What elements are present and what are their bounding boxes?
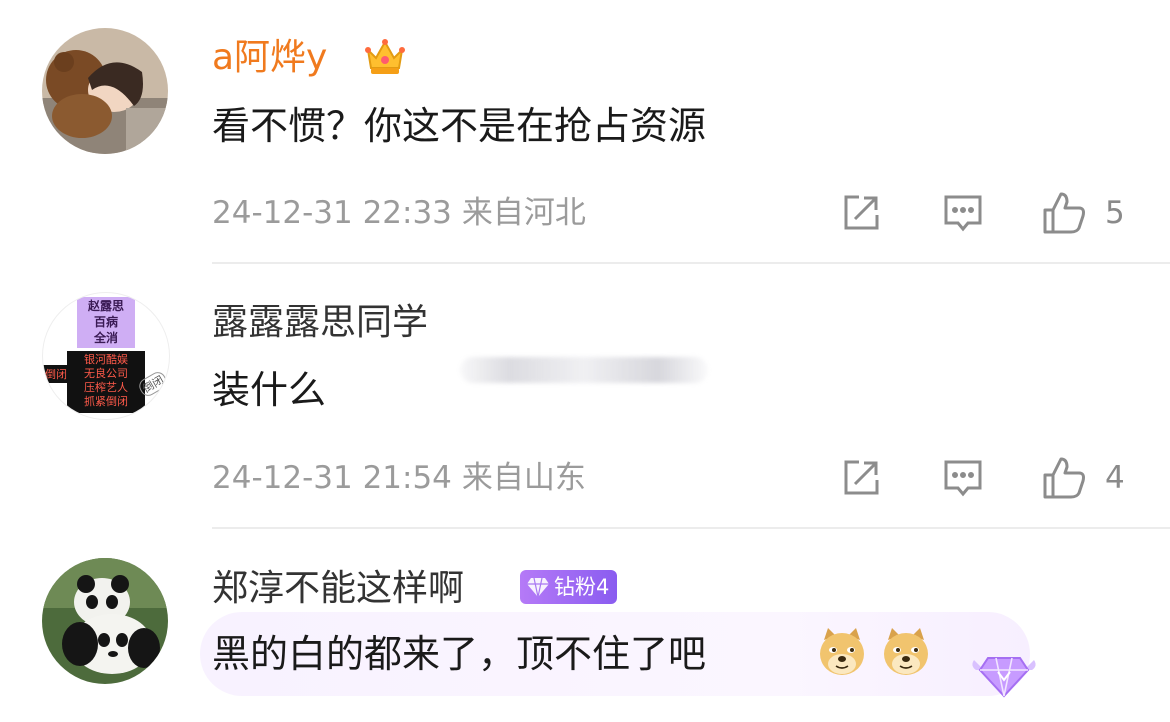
diamond-icon	[968, 640, 1040, 704]
share-icon[interactable]	[839, 191, 883, 235]
sign-line: 无良公司	[84, 367, 128, 380]
avatar[interactable]	[42, 28, 168, 154]
location: 来自山东	[461, 460, 586, 496]
fan-badge: 钻粉4	[520, 570, 618, 604]
sign-line: 全消	[93, 331, 118, 345]
username[interactable]: a阿烨y	[212, 36, 327, 80]
sign-line: 银河酷娱	[84, 353, 128, 366]
avatar[interactable]	[42, 558, 168, 684]
timestamp: 24-12-31 22:33	[212, 195, 452, 231]
avatar[interactable]: 赵露思 百病 全消 银河酷娱 无良公司 压榨艺人 抓紧倒闭 倒闭 倒闭	[42, 292, 170, 420]
sign-line: 压榨艺人	[84, 381, 128, 394]
like-icon[interactable]	[1041, 190, 1085, 234]
diamond-icon	[527, 577, 549, 598]
share-icon[interactable]	[839, 456, 883, 500]
divider	[212, 527, 1170, 529]
like-count: 5	[1105, 195, 1125, 231]
reply-icon[interactable]	[941, 456, 985, 500]
crown-icon	[362, 34, 408, 80]
username[interactable]: 露露露思同学	[212, 301, 428, 345]
comment-meta: 24-12-31 22:33 来自河北	[212, 193, 586, 233]
like-count: 4	[1105, 460, 1125, 496]
doge-emoji	[880, 626, 932, 678]
sign-line: 百病	[93, 315, 118, 329]
timestamp: 24-12-31 21:54	[212, 460, 452, 496]
divider	[212, 262, 1170, 264]
sign-line: 抓紧倒闭	[84, 395, 128, 408]
location: 来自河北	[461, 195, 586, 231]
fan-badge-label: 钻粉4	[554, 575, 610, 599]
reply-icon[interactable]	[941, 191, 985, 235]
like-icon[interactable]	[1041, 455, 1085, 499]
comment-text: 装什么	[212, 368, 327, 412]
sign-side: 倒闭	[43, 365, 69, 383]
username[interactable]: 郑淳不能这样啊	[212, 567, 464, 611]
sign-line: 赵露思	[87, 299, 124, 313]
comment-meta: 24-12-31 21:54 来自山东	[212, 458, 586, 498]
comment-text: 黑的白的都来了，顶不住了吧	[212, 632, 707, 676]
blurred-content	[460, 357, 708, 383]
doge-emoji	[816, 626, 868, 678]
comment-text: 看不惯？你这不是在抢占资源	[212, 104, 707, 148]
